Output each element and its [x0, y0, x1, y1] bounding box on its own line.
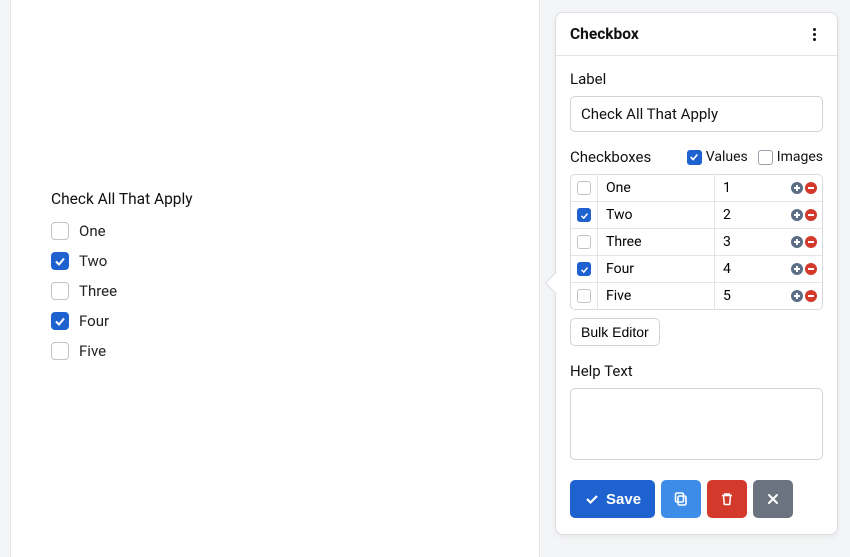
- preview-option-label: Two: [79, 252, 107, 270]
- add-option-icon[interactable]: [791, 290, 803, 302]
- action-buttons: Save: [570, 480, 823, 518]
- check-icon: [584, 491, 600, 507]
- option-label-input[interactable]: [598, 229, 714, 255]
- preview-option[interactable]: Three: [51, 282, 193, 300]
- option-value-input[interactable]: [715, 175, 786, 201]
- option-label-input[interactable]: [598, 175, 714, 201]
- preview-option[interactable]: One: [51, 222, 193, 240]
- bulk-editor-button[interactable]: Bulk Editor: [570, 318, 660, 346]
- preview-checkbox[interactable]: [51, 222, 69, 240]
- option-row: [571, 283, 822, 309]
- options-table: [570, 174, 823, 310]
- checkbox-preview: Check All That Apply One Two Three Four Five: [51, 190, 193, 372]
- preview-option[interactable]: Four: [51, 312, 193, 330]
- preview-checkbox[interactable]: [51, 252, 69, 270]
- preview-option-label: Five: [79, 342, 106, 360]
- images-toggle[interactable]: Images: [758, 149, 823, 165]
- values-toggle-label: Values: [706, 149, 748, 165]
- add-option-icon[interactable]: [791, 236, 803, 248]
- close-icon: [765, 491, 781, 507]
- images-toggle-checkbox[interactable]: [758, 150, 773, 165]
- option-row: [571, 229, 822, 256]
- help-text-input[interactable]: [570, 388, 823, 460]
- option-value-input[interactable]: [715, 256, 786, 282]
- delete-button[interactable]: [707, 480, 747, 518]
- remove-option-icon[interactable]: [805, 209, 817, 221]
- label-input[interactable]: [570, 96, 823, 132]
- help-text-section-heading: Help Text: [570, 362, 823, 380]
- add-option-icon[interactable]: [791, 209, 803, 221]
- option-default-checkbox[interactable]: [577, 235, 591, 249]
- option-label-input[interactable]: [598, 283, 714, 309]
- preview-checkbox[interactable]: [51, 282, 69, 300]
- save-button-label: Save: [606, 491, 641, 508]
- option-default-checkbox[interactable]: [577, 208, 591, 222]
- option-default-checkbox[interactable]: [577, 262, 591, 276]
- display-toggles: Values Images: [687, 149, 823, 165]
- preview-checkbox[interactable]: [51, 342, 69, 360]
- duplicate-button[interactable]: [661, 480, 701, 518]
- remove-option-icon[interactable]: [805, 290, 817, 302]
- form-canvas: Check All That Apply One Two Three Four Five: [10, 0, 540, 557]
- preview-option-label: One: [79, 222, 106, 240]
- option-label-input[interactable]: [598, 202, 714, 228]
- more-menu-icon[interactable]: [805, 25, 823, 43]
- option-value-input[interactable]: [715, 283, 786, 309]
- trash-icon: [719, 491, 735, 507]
- properties-panel: Checkbox Label Checkboxes Values Images: [555, 12, 838, 535]
- option-row: [571, 175, 822, 202]
- option-default-checkbox[interactable]: [577, 181, 591, 195]
- remove-option-icon[interactable]: [805, 182, 817, 194]
- preview-option[interactable]: Five: [51, 342, 193, 360]
- panel-header: Checkbox: [556, 13, 837, 56]
- preview-question: Check All That Apply: [51, 190, 193, 208]
- remove-option-icon[interactable]: [805, 236, 817, 248]
- option-default-checkbox[interactable]: [577, 289, 591, 303]
- values-toggle[interactable]: Values: [687, 149, 748, 165]
- preview-option[interactable]: Two: [51, 252, 193, 270]
- option-value-input[interactable]: [715, 229, 786, 255]
- copy-icon: [673, 491, 689, 507]
- label-section-heading: Label: [570, 70, 823, 88]
- remove-option-icon[interactable]: [805, 263, 817, 275]
- values-toggle-checkbox[interactable]: [687, 150, 702, 165]
- option-label-input[interactable]: [598, 256, 714, 282]
- checkboxes-section-heading: Checkboxes: [570, 148, 651, 166]
- save-button[interactable]: Save: [570, 480, 655, 518]
- close-button[interactable]: [753, 480, 793, 518]
- option-row: [571, 256, 822, 283]
- images-toggle-label: Images: [777, 149, 823, 165]
- preview-option-label: Three: [79, 282, 117, 300]
- add-option-icon[interactable]: [791, 182, 803, 194]
- preview-option-label: Four: [79, 312, 109, 330]
- option-value-input[interactable]: [715, 202, 786, 228]
- panel-title: Checkbox: [570, 25, 639, 43]
- preview-checkbox[interactable]: [51, 312, 69, 330]
- option-row: [571, 202, 822, 229]
- add-option-icon[interactable]: [791, 263, 803, 275]
